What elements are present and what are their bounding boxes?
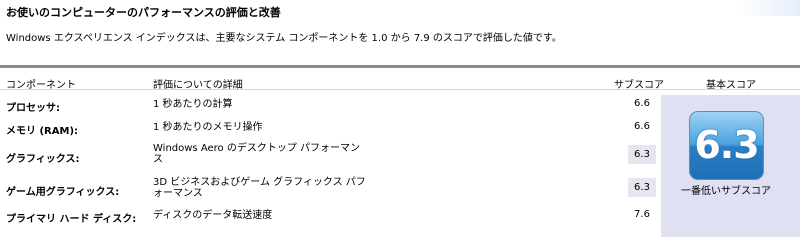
- base-score-label: 一番低いサブスコア: [681, 186, 771, 197]
- base-score-value: 6.3: [694, 123, 759, 167]
- row-name-processor: プロセッサ:: [6, 103, 60, 114]
- row-name-primary-hard-disk: プライマリ ハード ディスク:: [6, 214, 137, 225]
- top-fade-decoration: [735, 0, 800, 16]
- header-divider: [0, 65, 800, 68]
- row-detail-memory: 1 秒あたりのメモリ操作: [153, 122, 263, 133]
- row-subscore-processor: 6.6: [634, 98, 650, 109]
- row-name-gaming-graphics: ゲーム用グラフィックス:: [6, 187, 120, 198]
- row-detail-graphics: Windows Aero のデスクトップ パフォーマンス: [153, 143, 361, 165]
- row-detail-processor: 1 秒あたりの計算: [153, 99, 233, 110]
- row-subscore-gaming-graphics: 6.3: [628, 178, 656, 197]
- row-name-graphics: グラフィックス:: [6, 154, 80, 165]
- row-detail-gaming-graphics: 3D ビジネスおよびゲーム グラフィックス パフォーマンス: [153, 177, 366, 199]
- page-title: お使いのコンピューターのパフォーマンスの評価と改善: [6, 6, 281, 19]
- page-description: Windows エクスペリエンス インデックスは、主要なシステム コンポーネント…: [6, 33, 562, 44]
- row-name-memory: メモリ (RAM):: [6, 126, 79, 137]
- row-subscore-memory: 6.6: [634, 121, 650, 132]
- row-subscore-primary-hard-disk: 7.6: [634, 209, 650, 220]
- row-subscore-graphics: 6.3: [628, 145, 656, 164]
- row-detail-primary-hard-disk: ディスクのデータ転送速度: [153, 210, 273, 221]
- header-separator: [0, 89, 800, 90]
